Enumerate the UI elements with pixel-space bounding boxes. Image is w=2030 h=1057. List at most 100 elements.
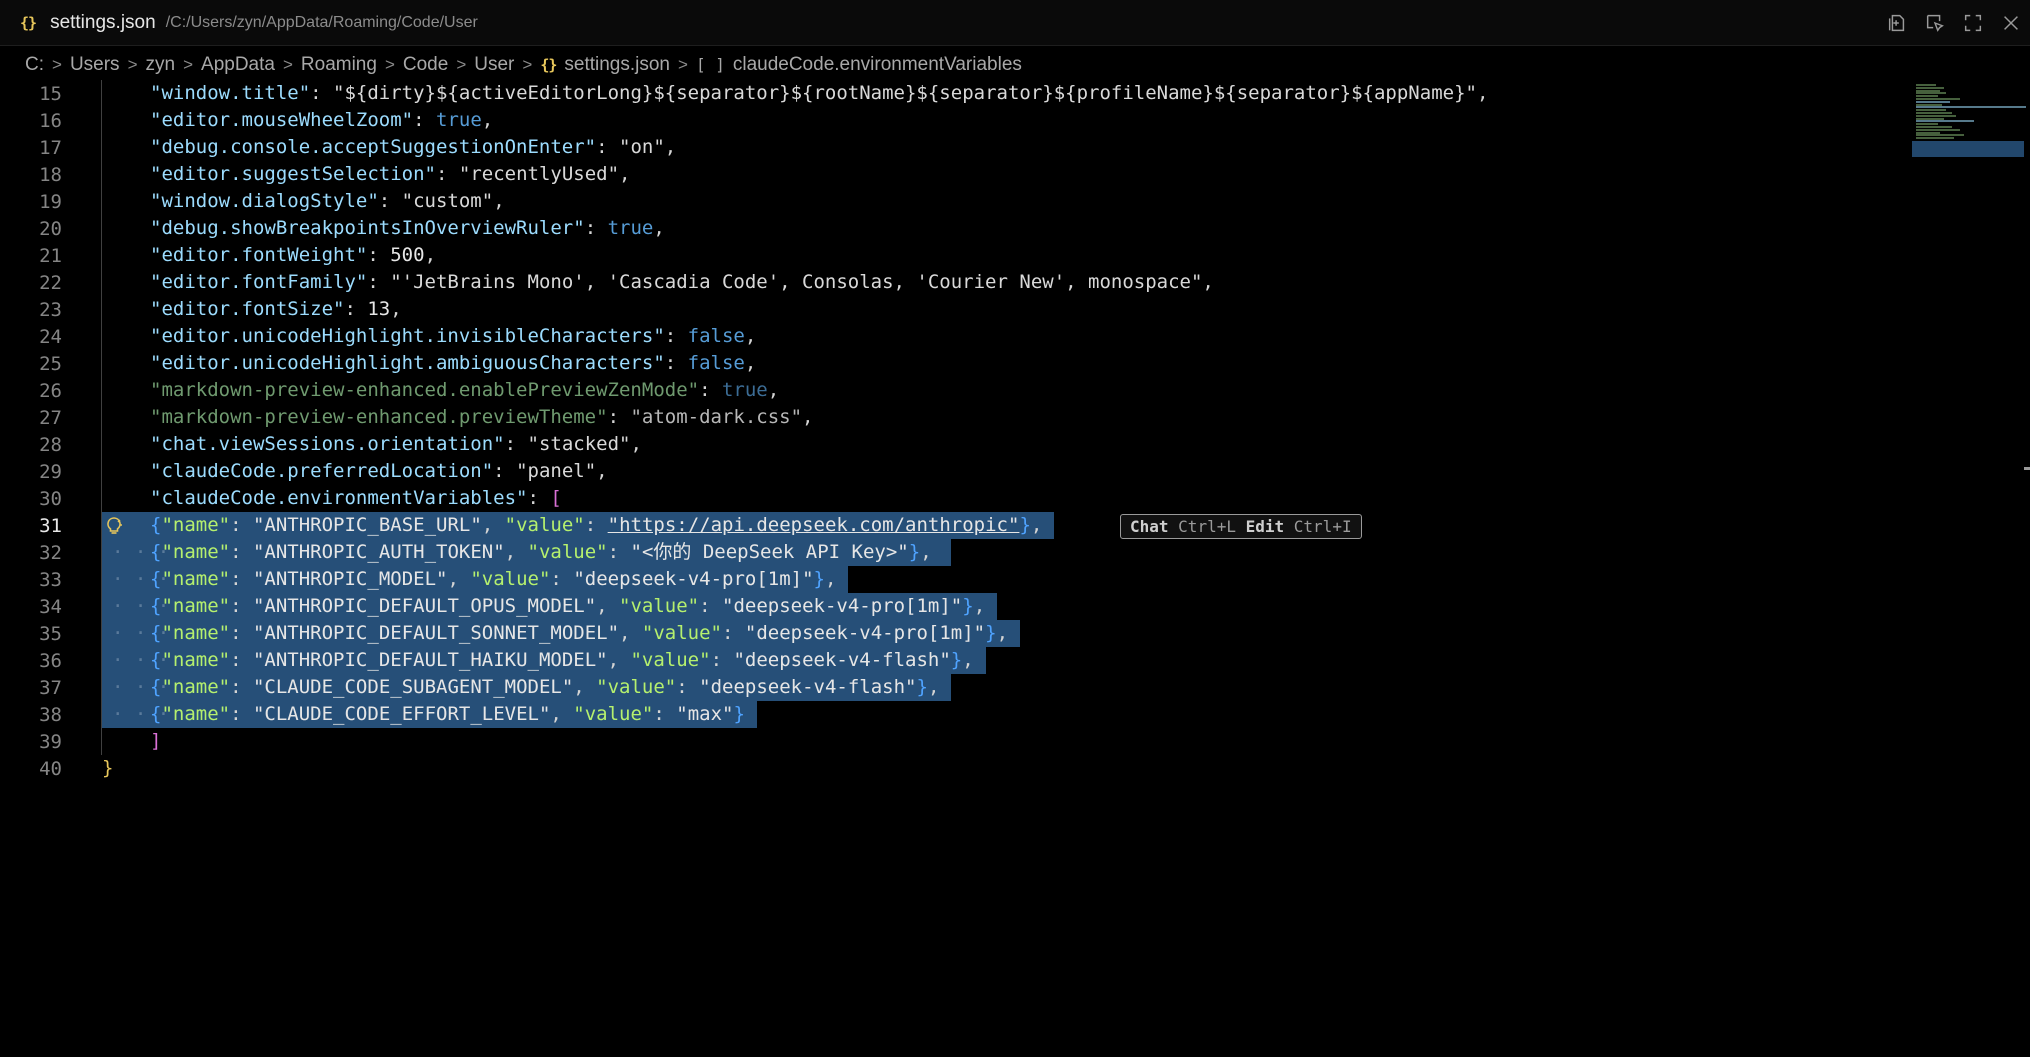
- env-value-key: "value": [573, 703, 654, 725]
- scrollbar-marker[interactable]: [2024, 467, 2030, 470]
- setting-key: "window.title": [150, 82, 311, 104]
- editor-line[interactable]: 39]: [0, 728, 1900, 755]
- inspect-button[interactable]: [1916, 5, 1954, 41]
- code-text: {"name": "CLAUDE_CODE_EFFORT_LEVEL", "va…: [150, 701, 745, 728]
- comma: ,: [481, 109, 494, 131]
- editor-line[interactable]: 22 "editor.fontFamily": "'JetBrains Mono'…: [0, 269, 1900, 296]
- code-text: "debug.console.acceptSuggestionOnEnter":…: [150, 134, 676, 161]
- colon: :: [230, 541, 253, 563]
- editor-line[interactable]: 17 "debug.console.acceptSuggestionOnEnter…: [0, 134, 1900, 161]
- code-text: "editor.suggestSelection": "recentlyUsed…: [150, 161, 630, 188]
- setting-key: "debug.showBreakpointsInOverviewRuler": [150, 217, 585, 239]
- title-file-path: /C:/Users/zyn/AppData/Roaming/Code/User: [165, 13, 478, 31]
- env-name-value: "ANTHROPIC_DEFAULT_HAIKU_MODEL": [252, 649, 608, 671]
- editor-line[interactable]: 18 "editor.suggestSelection": "recentlyUs…: [0, 161, 1900, 188]
- minimap-line: [1916, 120, 1974, 123]
- editor-line[interactable]: 26 "markdown-preview-enhanced.enablePrevi…: [0, 377, 1900, 404]
- close-icon: [2004, 16, 2018, 30]
- editor-line[interactable]: 33 · · · {"name": "ANTHROPIC_MODEL", "valu…: [0, 566, 1900, 593]
- open-changes-icon: [1888, 14, 1905, 32]
- env-name-key: "name": [161, 514, 231, 536]
- colon: :: [710, 649, 734, 671]
- editor-line[interactable]: 40}: [0, 755, 1900, 782]
- setting-key: "editor.mouseWheelZoom": [150, 109, 414, 131]
- editor-line[interactable]: 35 · · · {"name": "ANTHROPIC_DEFAULT_SONNE…: [0, 620, 1900, 647]
- brace-close: }: [985, 622, 997, 644]
- line-number: 16: [39, 109, 62, 132]
- setting-key: "editor.fontFamily": [150, 271, 368, 293]
- editor-line[interactable]: 37 · · · {"name": "CLAUDE_CODE_SUBAGENT_MO…: [0, 674, 1900, 701]
- editor-line[interactable]: 24 "editor.unicodeHighlight.invisibleChar…: [0, 323, 1900, 350]
- editor-line[interactable]: 23 "editor.fontSize": 13,: [0, 296, 1900, 323]
- editor-line[interactable]: 34 · · · {"name": "ANTHROPIC_DEFAULT_OPUS_…: [0, 593, 1900, 620]
- setting-value: "custom": [401, 190, 494, 212]
- editor-line[interactable]: 36 · · · {"name": "ANTHROPIC_DEFAULT_HAIKU…: [0, 647, 1900, 674]
- object-close-brace: }: [102, 757, 114, 779]
- code-text: {"name": "CLAUDE_CODE_SUBAGENT_MODEL", "…: [150, 674, 939, 701]
- colon: :: [378, 190, 402, 212]
- comma: ,: [996, 622, 1009, 644]
- setting-key: "debug.console.acceptSuggestionOnEnter": [150, 136, 597, 158]
- close-button[interactable]: [1992, 5, 2030, 41]
- code-text: {"name": "ANTHROPIC_DEFAULT_OPUS_MODEL",…: [150, 593, 985, 620]
- breadcrumb-item-roaming[interactable]: Roaming: [301, 54, 377, 76]
- line-number: 21: [39, 244, 62, 267]
- open-changes-button[interactable]: [1878, 5, 1916, 41]
- editor-line[interactable]: 31 {"name": "ANTHROPIC_BASE_URL", "value"…: [0, 512, 1900, 539]
- code-text: {"name": "ANTHROPIC_MODEL", "value": "de…: [150, 566, 836, 593]
- code-text: "editor.fontSize": 13,: [150, 296, 402, 323]
- editor-line[interactable]: 27 "markdown-preview-enhanced.previewThem…: [0, 404, 1900, 431]
- inline-chat-hint[interactable]: Chat Ctrl+L Edit Ctrl+I: [1120, 514, 1362, 539]
- env-value-value: "https://api.deepseek.com/anthropic": [607, 514, 1020, 536]
- colon: :: [596, 136, 620, 158]
- code-editor[interactable]: 15 "window.title": "${dirty}${activeEdito…: [0, 80, 1900, 1057]
- line-number: 36: [39, 649, 62, 672]
- breadcrumb-item-symbol[interactable]: [ ] claudeCode.environmentVariables: [696, 54, 1022, 76]
- comma: ,: [1202, 271, 1214, 293]
- colon: :: [310, 82, 334, 104]
- breadcrumb-item-file[interactable]: {} settings.json: [540, 54, 670, 76]
- env-value-key: "value": [504, 514, 585, 536]
- breadcrumb-item-users[interactable]: Users: [70, 54, 120, 76]
- editor-line[interactable]: 15 "window.title": "${dirty}${activeEdito…: [0, 80, 1900, 107]
- brace-open: {: [150, 568, 162, 590]
- comma: ,: [744, 352, 757, 374]
- brace-close: }: [950, 649, 963, 671]
- setting-value: "'JetBrains Mono', 'Cascadia Code', Cons…: [390, 271, 1203, 293]
- breadcrumb-item-code[interactable]: Code: [403, 54, 448, 76]
- minimap-line: [1916, 98, 1960, 100]
- setting-value: "recentlyUsed": [458, 163, 620, 185]
- maximize-button[interactable]: [1954, 5, 1992, 41]
- comma: ,: [390, 298, 402, 320]
- minimap[interactable]: [1910, 80, 2030, 200]
- env-name-key: "name": [161, 703, 231, 725]
- line-number: 18: [39, 163, 62, 186]
- editor-line[interactable]: 28 "chat.viewSessions.orientation": "stac…: [0, 431, 1900, 458]
- colon: :: [230, 649, 253, 671]
- editor-line[interactable]: 32 · · · {"name": "ANTHROPIC_AUTH_TOKEN", …: [0, 539, 1900, 566]
- hint-edit-label[interactable]: Edit: [1246, 517, 1285, 536]
- colon: :: [653, 703, 677, 725]
- editor-line[interactable]: 20 "debug.showBreakpointsInOverviewRuler"…: [0, 215, 1900, 242]
- comma: ,: [767, 379, 780, 401]
- chevron-right-icon: >: [52, 55, 62, 74]
- line-number: 39: [39, 730, 62, 753]
- code-text: "claudeCode.environmentVariables": [: [150, 485, 562, 512]
- minimap-line: [1916, 128, 1960, 131]
- editor-line[interactable]: 25 "editor.unicodeHighlight.ambiguousChar…: [0, 350, 1900, 377]
- code-text: {"name": "ANTHROPIC_BASE_URL", "value": …: [150, 512, 1042, 539]
- editor-line[interactable]: 30 "claudeCode.environmentVariables": [: [0, 485, 1900, 512]
- editor-line[interactable]: 16 "editor.mouseWheelZoom": true,: [0, 107, 1900, 134]
- editor-line[interactable]: 38 · · · {"name": "CLAUDE_CODE_EFFORT_LEVE…: [0, 701, 1900, 728]
- breadcrumb-item-drive[interactable]: C:: [25, 54, 44, 76]
- breadcrumb-item-user-dir[interactable]: zyn: [146, 54, 176, 76]
- breadcrumb: C: > Users > zyn > AppData > Roaming > C…: [0, 46, 2030, 84]
- lightbulb-icon[interactable]: [104, 516, 124, 536]
- hint-chat-label[interactable]: Chat: [1130, 517, 1169, 536]
- editor-line[interactable]: 29 "claudeCode.preferredLocation": "panel…: [0, 458, 1900, 485]
- editor-line[interactable]: 21 "editor.fontWeight": 500,: [0, 242, 1900, 269]
- code-text: "window.title": "${dirty}${activeEditorL…: [150, 80, 1488, 107]
- editor-line[interactable]: 19 "window.dialogStyle": "custom",: [0, 188, 1900, 215]
- breadcrumb-item-appdata[interactable]: AppData: [201, 54, 275, 76]
- breadcrumb-item-user[interactable]: User: [474, 54, 514, 76]
